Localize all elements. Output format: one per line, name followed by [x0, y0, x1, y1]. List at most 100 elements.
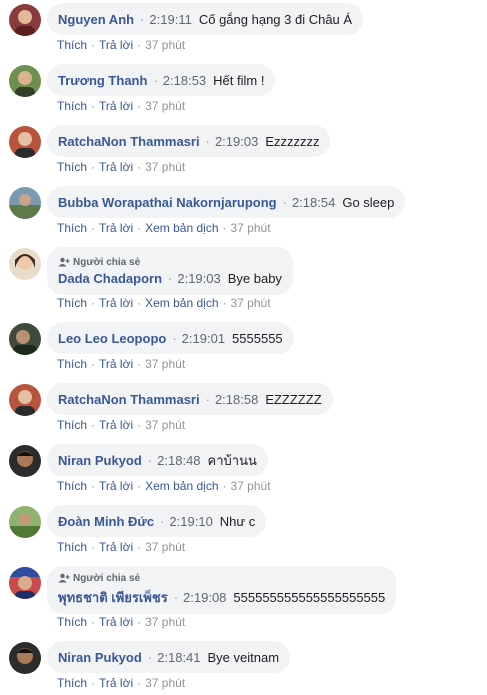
comment-author[interactable]: RatchaNon Thammasri [58, 134, 200, 149]
like-link[interactable]: Thích [57, 221, 87, 235]
separator-dot: · [147, 452, 153, 468]
separator-dot: · [168, 270, 173, 286]
reply-link[interactable]: Trả lời [99, 540, 133, 554]
comment-author[interactable]: พุทธชาติ เพียรเพ็ชร [58, 587, 168, 608]
avatar[interactable] [9, 323, 41, 355]
see-translation-link[interactable]: Xem bản dịch [145, 479, 218, 493]
reply-link[interactable]: Trả lời [99, 615, 133, 629]
like-link[interactable]: Thích [57, 296, 87, 310]
comment-text: Go sleep [342, 194, 395, 210]
shared-badge-label: Người chia sẻ [73, 256, 141, 268]
comment-age[interactable]: 37 phút [231, 479, 271, 493]
comment-actions: Thích · Trả lời · 37 phút [57, 539, 185, 555]
like-link[interactable]: Thích [57, 99, 87, 113]
comment-list: Nguyen Anh · 2:19:11 Cố gắng hạng 3 đi C… [0, 0, 487, 695]
reply-link[interactable]: Trả lời [99, 296, 133, 310]
comment-timestamp[interactable]: 2:18:48 [157, 453, 200, 468]
comment-timestamp[interactable]: 2:19:01 [182, 331, 225, 346]
avatar[interactable] [9, 65, 41, 97]
comment-age[interactable]: 37 phút [145, 357, 185, 371]
comment-actions: Thích · Trả lời · 37 phút [57, 417, 185, 433]
comment-text: 555555555555555555555 [233, 589, 386, 605]
comment-text: Như c [219, 513, 256, 529]
comment-age[interactable]: 37 phút [145, 418, 185, 432]
separator-dot: · [91, 676, 96, 690]
comment-bubble: Leo Leo Leopopo · 2:19:01 5555555 [47, 322, 294, 354]
like-link[interactable]: Thích [57, 479, 87, 493]
reply-link[interactable]: Trả lời [99, 676, 133, 690]
comment-age[interactable]: 37 phút [145, 38, 185, 52]
avatar[interactable] [9, 187, 41, 219]
reply-link[interactable]: Trả lời [99, 99, 133, 113]
avatar[interactable] [9, 384, 41, 416]
avatar[interactable] [9, 642, 41, 674]
comment-author[interactable]: Dada Chadaporn [58, 271, 162, 286]
avatar[interactable] [9, 4, 41, 36]
avatar[interactable] [9, 248, 41, 280]
like-link[interactable]: Thích [57, 676, 87, 690]
separator-dot: · [137, 221, 142, 235]
comment-age[interactable]: 37 phút [145, 99, 185, 113]
comment-author[interactable]: Niran Pukyod [58, 650, 142, 665]
comment-bubble: Người chia sẻ พุทธชาติ เพียรเพ็ชร · 2:19… [47, 566, 397, 614]
see-translation-link[interactable]: Xem bản dịch [145, 296, 218, 310]
separator-dot: · [205, 391, 210, 407]
comment-actions: Thích · Trả lời · Xem bản dịch · 37 phút [57, 220, 271, 236]
comment-timestamp[interactable]: 2:18:53 [163, 73, 206, 88]
comment-actions: Thích · Trả lời · 37 phút [57, 159, 185, 175]
reply-link[interactable]: Trả lời [99, 479, 133, 493]
comment-author[interactable]: Trương Thanh [58, 73, 147, 88]
comment-actions: Thích · Trả lời · Xem bản dịch · 37 phút [57, 295, 271, 311]
comment-timestamp[interactable]: 2:19:08 [183, 590, 226, 605]
like-link[interactable]: Thích [57, 418, 87, 432]
separator-dot: · [222, 296, 227, 310]
reply-link[interactable]: Trả lời [99, 357, 133, 371]
like-link[interactable]: Thích [57, 615, 87, 629]
comment-timestamp[interactable]: 2:19:03 [215, 134, 258, 149]
comment-author[interactable]: Leo Leo Leopopo [58, 331, 166, 346]
avatar[interactable] [9, 567, 41, 599]
comment-timestamp[interactable]: 2:19:10 [169, 514, 212, 529]
comment-bubble: Nguyen Anh · 2:19:11 Cố gắng hạng 3 đi C… [47, 3, 364, 35]
comment-actions: Thích · Trả lời · 37 phút [57, 675, 185, 691]
comment-text: Bye baby [227, 270, 282, 286]
comment-actions: Thích · Trả lời · 37 phút [57, 614, 185, 630]
reply-link[interactable]: Trả lời [99, 38, 133, 52]
avatar[interactable] [9, 506, 41, 538]
separator-dot: · [205, 133, 210, 149]
comment-author[interactable]: Đoàn Minh Đức [58, 514, 154, 529]
shared-badge-label: Người chia sẻ [73, 572, 141, 584]
comment-timestamp[interactable]: 2:19:11 [149, 12, 191, 27]
like-link[interactable]: Thích [57, 160, 87, 174]
comment-age[interactable]: 37 phút [145, 676, 185, 690]
comment-text: คาบ้านน [207, 452, 257, 468]
comment-author[interactable]: RatchaNon Thammasri [58, 392, 200, 407]
see-translation-link[interactable]: Xem bản dịch [145, 221, 218, 235]
comment-age[interactable]: 37 phút [231, 296, 271, 310]
reply-link[interactable]: Trả lời [99, 221, 133, 235]
comment-age[interactable]: 37 phút [145, 540, 185, 554]
comment-author[interactable]: Nguyen Anh [58, 12, 134, 27]
separator-dot: · [91, 99, 96, 113]
like-link[interactable]: Thích [57, 357, 87, 371]
comment-timestamp[interactable]: 2:18:54 [292, 195, 335, 210]
comment-author[interactable]: Niran Pukyod [58, 453, 142, 468]
comment-age[interactable]: 37 phút [231, 221, 271, 235]
reply-link[interactable]: Trả lời [99, 418, 133, 432]
comment-age[interactable]: 37 phút [145, 160, 185, 174]
comment-timestamp[interactable]: 2:18:58 [215, 392, 258, 407]
comment-actions: Thích · Trả lời · 37 phút [57, 356, 185, 372]
comment-age[interactable]: 37 phút [145, 615, 185, 629]
reply-link[interactable]: Trả lời [99, 160, 133, 174]
comment-timestamp[interactable]: 2:19:03 [177, 271, 220, 286]
comment-timestamp[interactable]: 2:18:41 [157, 650, 200, 665]
separator-dot: · [137, 615, 142, 629]
like-link[interactable]: Thích [57, 38, 87, 52]
comment-text: Bye veitnam [207, 649, 280, 665]
avatar[interactable] [9, 126, 41, 158]
avatar[interactable] [9, 445, 41, 477]
separator-dot: · [137, 296, 142, 310]
like-link[interactable]: Thích [57, 540, 87, 554]
separator-dot: · [222, 221, 227, 235]
comment-author[interactable]: Bubba Worapathai Nakornjarupong [58, 195, 277, 210]
